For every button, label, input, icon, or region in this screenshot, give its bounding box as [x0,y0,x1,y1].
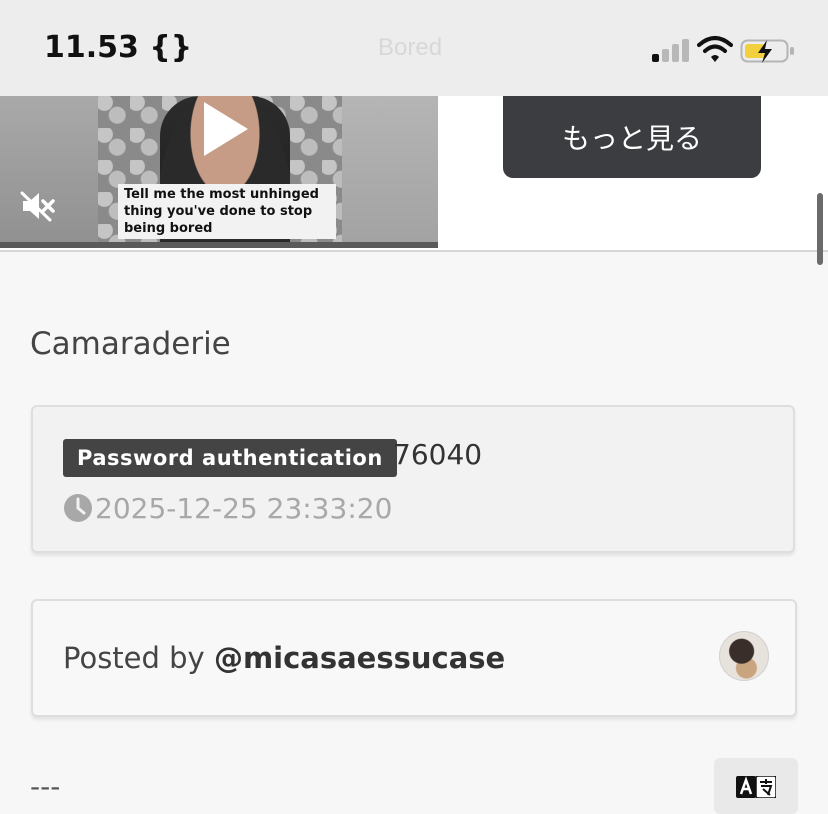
author-handle[interactable]: @micasaessucase [214,641,505,675]
play-icon[interactable] [204,102,248,156]
posted-by-line: Posted by @micasaessucase [63,641,505,675]
post-number: 76040 [393,438,483,471]
video-progress-bar[interactable] [0,242,438,248]
see-more-button[interactable]: もっと見る [503,96,761,178]
category-title: Camaraderie [30,326,231,362]
video-thumbnail-left [0,96,98,248]
post-timestamp: 2025-12-25 23:33:20 [95,492,393,525]
mute-icon[interactable] [20,190,56,222]
translate-button[interactable] [714,758,798,814]
wifi-icon [697,36,733,62]
posted-by-label: Posted by [63,641,205,675]
battery-charging-icon [740,39,794,63]
metadata-card: Password authentication 76040 2025-12-25… [31,405,795,553]
media-section: Tell me the most unhinged thing you've d… [0,96,828,252]
status-bar: 11.53 {} Bored [0,0,828,96]
text-separator: --- [30,770,61,803]
clock-icon [64,494,92,522]
header-title-faded: Bored [378,34,443,61]
status-time: 11.53 {} [44,30,193,65]
video-thumbnail-right [342,96,438,248]
avatar[interactable] [719,631,769,681]
signal-icon [652,38,692,62]
author-card[interactable]: Posted by @micasaessucase [31,599,797,717]
translate-icon [736,776,776,798]
scrollbar[interactable] [817,193,823,265]
status-badge: Password authentication [63,439,397,477]
video-player[interactable]: Tell me the most unhinged thing you've d… [0,96,438,248]
video-caption: Tell me the most unhinged thing you've d… [118,184,336,239]
